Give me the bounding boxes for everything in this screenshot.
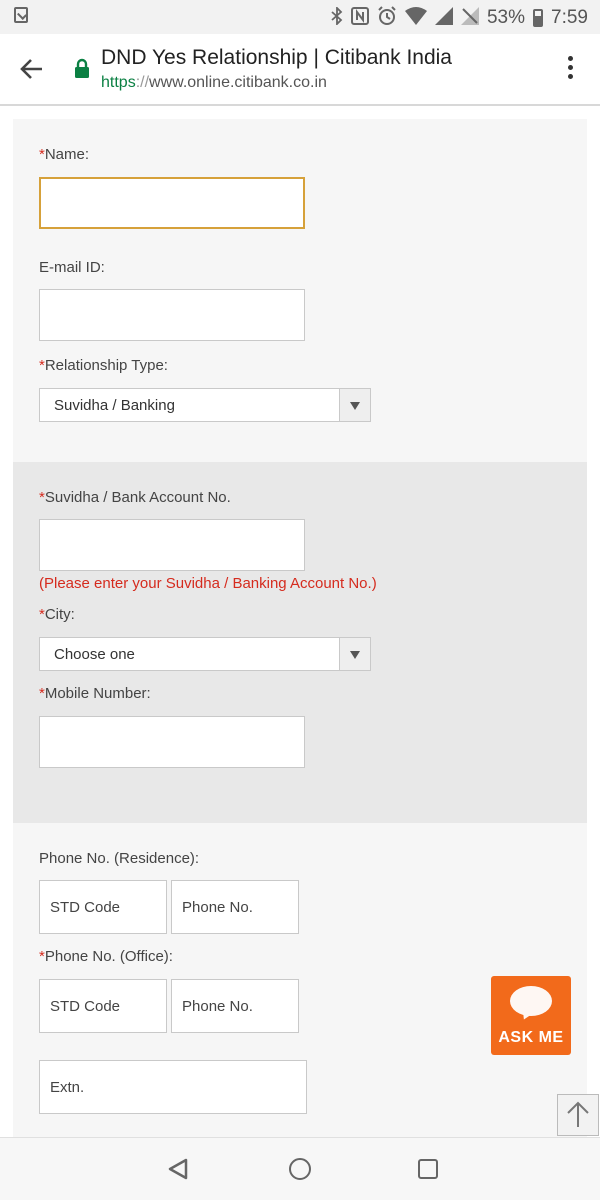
alarm-icon (377, 6, 397, 30)
back-arrow-icon[interactable] (18, 54, 48, 84)
chevron-down-icon (339, 389, 370, 421)
city-label: *City: (39, 606, 75, 623)
personal-details-section: *Name: E-mail ID: *Relationship Type: Su… (13, 119, 587, 462)
ask-me-label: ASK ME (498, 1029, 564, 1046)
relationship-value: Suvidha / Banking (54, 397, 175, 414)
relationship-label: *Relationship Type: (39, 357, 168, 374)
city-value: Choose one (54, 646, 135, 663)
scroll-to-top-button[interactable] (557, 1094, 599, 1136)
browser-toolbar: DND Yes Relationship | Citibank India ht… (0, 34, 600, 106)
nav-back-icon[interactable] (166, 1157, 190, 1181)
email-label: E-mail ID: (39, 259, 105, 276)
mobile-number-input[interactable] (39, 716, 305, 768)
bluetooth-icon (331, 5, 343, 29)
status-bar: 53% 7:59 (0, 0, 600, 34)
residence-phone-input[interactable]: Phone No. (171, 880, 299, 934)
nav-recents-icon[interactable] (418, 1159, 438, 1179)
download-icon (14, 7, 28, 23)
name-input[interactable] (39, 177, 305, 229)
nfc-icon (350, 7, 369, 29)
email-input[interactable] (39, 289, 305, 341)
relationship-select[interactable]: Suvidha / Banking (39, 388, 371, 422)
extension-input[interactable]: Extn. (39, 1060, 307, 1114)
no-sim-icon (460, 7, 479, 29)
lock-icon (74, 58, 90, 78)
ask-me-button[interactable]: ASK ME (491, 976, 571, 1055)
chat-bubble-icon (510, 986, 552, 1016)
account-details-section: *Suvidha / Bank Account No. (Please ente… (13, 462, 587, 823)
wifi-icon (404, 7, 427, 29)
system-nav-bar (0, 1137, 600, 1200)
account-number-input[interactable] (39, 519, 305, 571)
url-separator: :// (135, 74, 150, 91)
account-hint: (Please enter your Suvidha / Banking Acc… (39, 575, 377, 592)
city-select[interactable]: Choose one (39, 637, 371, 671)
residence-std-input[interactable]: STD Code (39, 880, 167, 934)
office-std-input[interactable]: STD Code (39, 979, 167, 1033)
office-phone-input[interactable]: Phone No. (171, 979, 299, 1033)
nav-home-icon[interactable] (289, 1158, 311, 1180)
phone-office-label: *Phone No. (Office): (39, 948, 173, 965)
overflow-menu-icon[interactable] (560, 56, 580, 86)
phone-residence-label: Phone No. (Residence): (39, 850, 200, 867)
clock: 7:59 (551, 7, 588, 28)
signal-icon (434, 7, 453, 29)
url-bar[interactable]: https://www.online.citibank.co.in (101, 74, 327, 92)
mobile-label: *Mobile Number: (39, 685, 151, 702)
page-title: DND Yes Relationship | Citibank India (101, 46, 452, 69)
arrow-up-icon (567, 1101, 589, 1127)
account-label: *Suvidha / Bank Account No. (39, 489, 231, 506)
name-label: *Name: (39, 146, 90, 163)
url-scheme: https (101, 74, 136, 91)
battery-percent: 53% (486, 7, 526, 28)
chevron-down-icon (339, 638, 370, 670)
battery-icon (533, 9, 544, 27)
url-host: www.online.citibank.co.in (149, 74, 327, 91)
